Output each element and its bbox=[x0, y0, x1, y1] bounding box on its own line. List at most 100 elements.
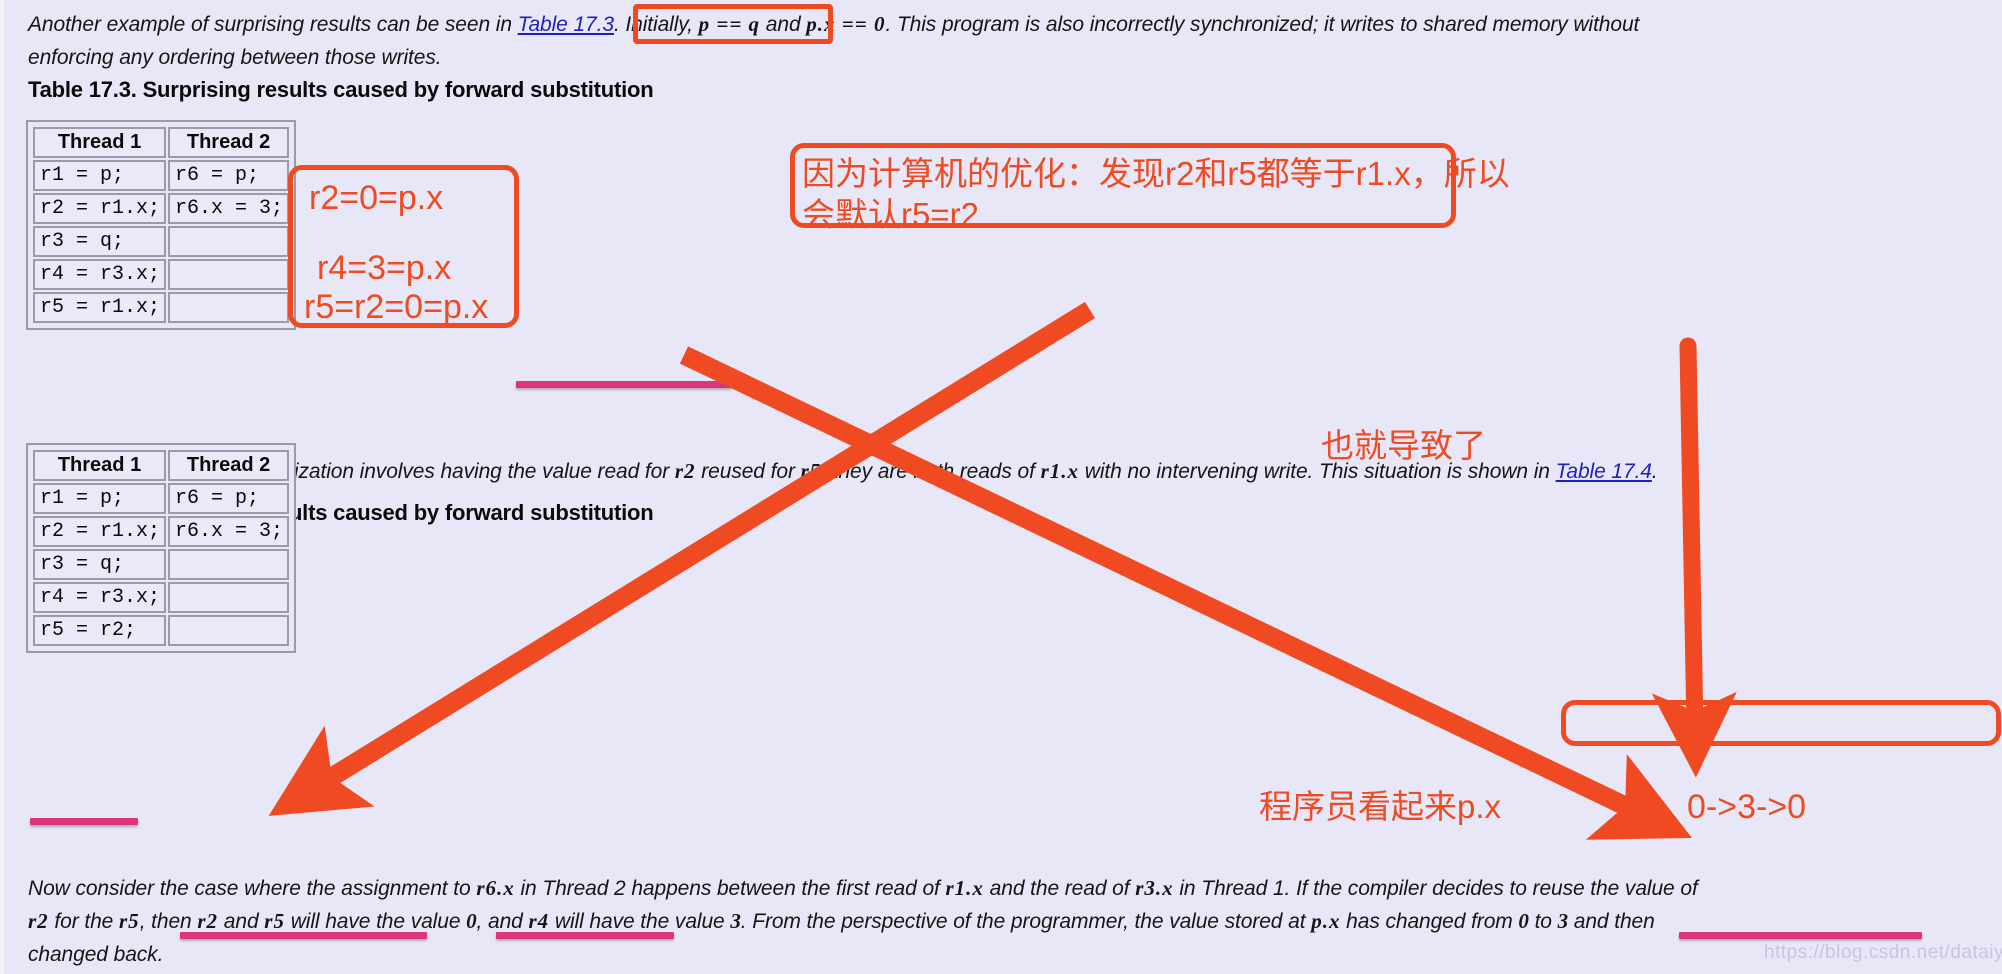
cell-t1-r5: r5 = r1.x; bbox=[33, 292, 167, 323]
intro-text-a: Another example of surprising results ca… bbox=[28, 13, 518, 36]
final-code-px: p.x bbox=[1311, 909, 1341, 933]
middle-code-2: r5 bbox=[800, 459, 822, 483]
table-row: r4 = r3.x; bbox=[33, 582, 290, 613]
table-row: r5 = r1.x; bbox=[33, 292, 290, 323]
table-17-4-link[interactable]: Table 17.4 bbox=[1556, 460, 1652, 483]
arrow-vertical-down bbox=[1651, 337, 1737, 778]
note-top-right-line-1: 因为计算机的优化：发现r2和r5都等于r1.x，所以 bbox=[802, 155, 1510, 192]
cell-t1-r4: r4 = r3.x; bbox=[33, 259, 167, 290]
final-text-l2i: to bbox=[1528, 910, 1558, 933]
document-page: Another example of surprising results ca… bbox=[0, 0, 2002, 974]
column-header-thread-2: Thread 2 bbox=[168, 450, 290, 481]
column-header-thread-1: Thread 1 bbox=[33, 450, 167, 481]
table-row: r2 = r1.x; r6.x = 3; bbox=[33, 516, 290, 547]
final-code-r1x: r1.x bbox=[945, 876, 984, 900]
final-code-r6x: r6.x bbox=[476, 876, 515, 900]
cell-t2-r2: r6.x = 3; bbox=[168, 193, 290, 224]
arrow-diagonal-down-right bbox=[679, 346, 1692, 840]
middle-text-b: reused for bbox=[695, 460, 801, 483]
cell-t2-r4 bbox=[168, 259, 290, 290]
intro-text-d: . This program is also incorrectly synch… bbox=[885, 13, 1640, 36]
middle-code-3: r1.x bbox=[1040, 459, 1080, 483]
highlight-underline-middle bbox=[516, 381, 732, 388]
middle-text-c: : they are both reads of bbox=[821, 460, 1041, 483]
final-paragraph: Now consider the case where the assignme… bbox=[28, 872, 1993, 971]
intro-text-b: . Initially, bbox=[613, 13, 699, 36]
table-17-4: Thread 1 Thread 2 r1 = p; r6 = p; r2 = r… bbox=[26, 443, 297, 653]
middle-paragraph: One common compiler optimization involve… bbox=[28, 455, 1988, 488]
cell-t2-r4 bbox=[168, 582, 290, 613]
final-num-0a: 0 bbox=[466, 909, 477, 933]
table-row: r3 = q; bbox=[33, 226, 290, 257]
cell-t1-r5: r5 = r2; bbox=[33, 615, 167, 646]
cell-t2-r1: r6 = p; bbox=[168, 483, 290, 514]
final-text-l2j: and then bbox=[1568, 910, 1655, 933]
table-row: r3 = q; bbox=[33, 549, 290, 580]
table-row: r4 = r3.x; bbox=[33, 259, 290, 290]
cell-t1-r1: r1 = p; bbox=[33, 160, 167, 191]
cell-t2-r1: r6 = p; bbox=[168, 160, 290, 191]
final-text-l2h: has changed from bbox=[1340, 910, 1519, 933]
final-text-l2a: for the bbox=[48, 910, 119, 933]
watermark: https://blog.csdn.net/dataiyangu bbox=[1764, 942, 2002, 963]
final-code-r4: r4 bbox=[528, 909, 550, 933]
note-top-right-line-2: 会默认r5=r2 bbox=[802, 196, 979, 233]
cell-t2-r5 bbox=[168, 615, 290, 646]
table-row: r2 = r1.x; r6.x = 3; bbox=[33, 193, 290, 224]
final-text-l2d: will have the value bbox=[284, 910, 467, 933]
note-left-line-1: r2=0=p.x bbox=[309, 179, 444, 217]
note-left-line-3: r5=r2=0=p.x bbox=[304, 288, 489, 326]
final-text-l2g: . From the perspective of the programmer… bbox=[740, 910, 1312, 933]
final-text-l2e: , and bbox=[476, 910, 529, 933]
table-row: r1 = p; r6 = p; bbox=[33, 483, 290, 514]
final-text-l2f: will have the value bbox=[549, 910, 731, 933]
table-17-3-caption: Table 17.3. Surprising results caused by… bbox=[28, 77, 654, 102]
final-code-r5b: r5 bbox=[264, 909, 285, 933]
intro-code-1: p == q bbox=[698, 12, 761, 36]
final-text-l2b: , then bbox=[139, 910, 198, 933]
final-text-l3: changed back. bbox=[28, 943, 164, 966]
column-header-thread-1: Thread 1 bbox=[33, 127, 167, 158]
cell-t1-r3: r3 = q; bbox=[33, 226, 167, 257]
cell-t2-r2: r6.x = 3; bbox=[168, 516, 290, 547]
intro-code-2: p.x == 0 bbox=[806, 12, 886, 36]
highlight-underline-r2-r5 bbox=[180, 932, 427, 939]
final-num-0b: 0 bbox=[1518, 909, 1529, 933]
intro-paragraph: Another example of surprising results ca… bbox=[28, 8, 1988, 74]
note-bottom-left: 程序员看起来p.x bbox=[1259, 788, 1502, 825]
highlight-underline-table-174 bbox=[30, 818, 138, 825]
intro-text-line2: enforcing any ordering between those wri… bbox=[28, 46, 442, 69]
final-text-l1a: Now consider the case where the assignme… bbox=[28, 877, 477, 900]
note-left-line-2: r4=3=p.x bbox=[317, 249, 452, 287]
cell-t2-r5 bbox=[168, 292, 290, 323]
highlight-underline-r4-value bbox=[496, 932, 674, 939]
cell-t1-r2: r2 = r1.x; bbox=[33, 193, 167, 224]
table-row: r1 = p; r6 = p; bbox=[33, 160, 290, 191]
table-header-row: Thread 1 Thread 2 bbox=[33, 450, 290, 481]
cell-t1-r1: r1 = p; bbox=[33, 483, 167, 514]
final-code-r2a: r2 bbox=[28, 909, 49, 933]
table-17-3-link[interactable]: Table 17.3 bbox=[518, 13, 614, 36]
final-num-3b: 3 bbox=[1557, 909, 1569, 933]
final-text-l1b: in Thread 2 happens between the first re… bbox=[514, 877, 946, 900]
final-text-l1d: in Thread 1. If the compiler decides to … bbox=[1173, 877, 1698, 900]
table-17-3: Thread 1 Thread 2 r1 = p; r6 = p; r2 = r… bbox=[26, 120, 297, 330]
cell-t2-r3 bbox=[168, 549, 290, 580]
cell-t1-r4: r4 = r3.x; bbox=[33, 582, 167, 613]
middle-text-e: . bbox=[1651, 460, 1658, 483]
cell-t1-r2: r2 = r1.x; bbox=[33, 516, 167, 547]
cell-t1-r3: r3 = q; bbox=[33, 549, 167, 580]
final-code-r3x: r3.x bbox=[1135, 876, 1174, 900]
note-middle-right: 也就导致了 bbox=[1321, 427, 1486, 464]
final-num-3a: 3 bbox=[730, 909, 741, 933]
middle-code-1: r2 bbox=[674, 459, 696, 483]
intro-text-c: and bbox=[760, 13, 807, 36]
table-row: r5 = r2; bbox=[33, 615, 290, 646]
highlight-box-final-sentence bbox=[1561, 700, 2001, 746]
cell-t2-r3 bbox=[168, 226, 290, 257]
final-text-l1c: and the read of bbox=[983, 877, 1136, 900]
highlight-underline-px-changed bbox=[1679, 932, 1922, 939]
table-header-row: Thread 1 Thread 2 bbox=[33, 127, 290, 158]
final-code-r5a: r5 bbox=[119, 909, 140, 933]
column-header-thread-2: Thread 2 bbox=[168, 127, 290, 158]
